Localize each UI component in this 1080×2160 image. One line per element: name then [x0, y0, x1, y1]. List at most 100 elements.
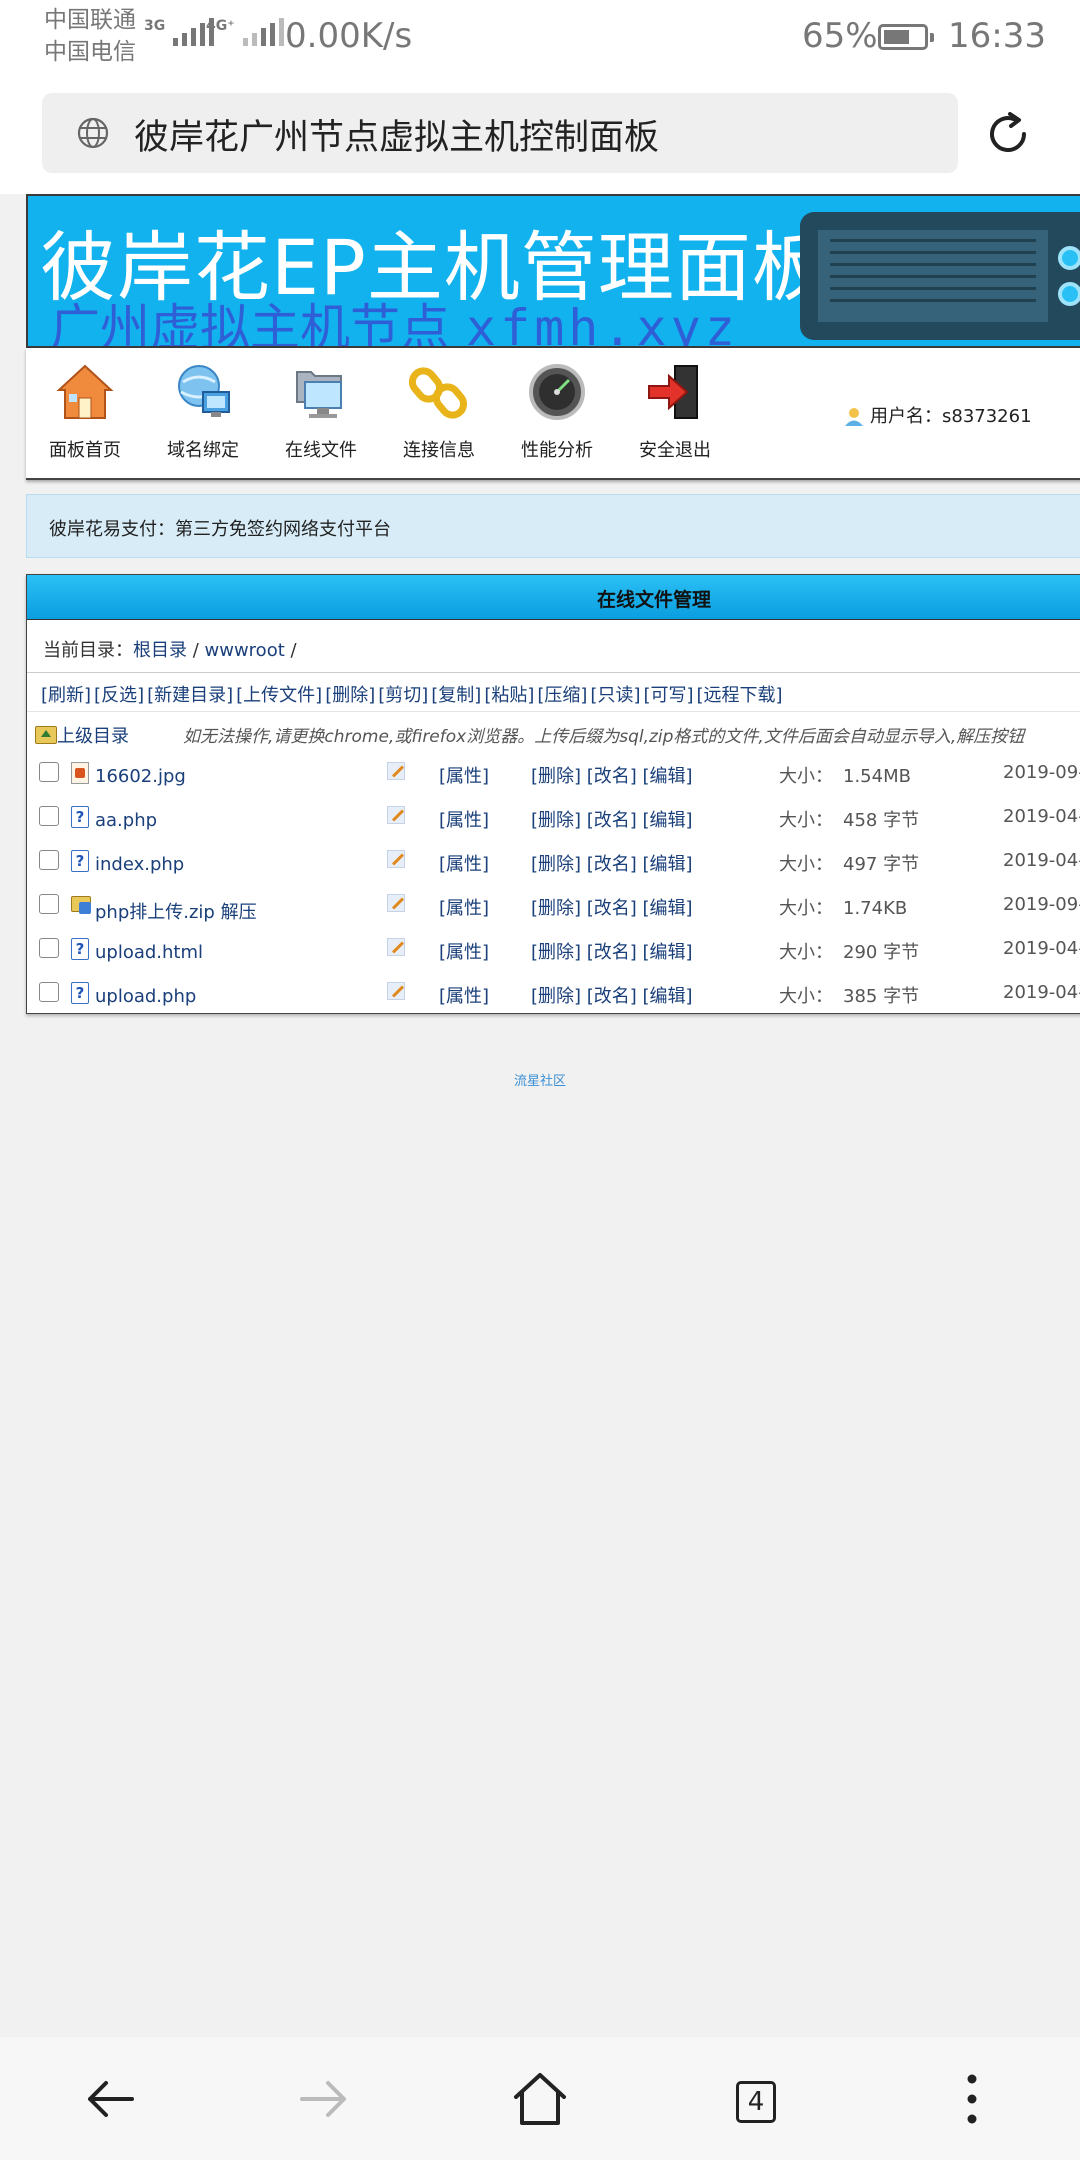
image-file-icon [71, 762, 89, 784]
status-bar: 中国联通 中国电信 3G 4G⁺ 0.00K/s 65% 16:33 [0, 0, 1080, 76]
file-name-link[interactable]: aa.php [95, 810, 157, 831]
edit-pencil-icon[interactable] [387, 762, 405, 780]
file-name-link[interactable]: upload.html [95, 942, 203, 963]
tool-panel-home[interactable]: 面板首页 [26, 362, 144, 462]
attributes-link[interactable]: [属性] [439, 762, 489, 788]
file-checkbox[interactable] [39, 850, 59, 870]
file-ops-links[interactable]: [删除] [改名] [编辑] [531, 938, 693, 964]
path-wwwroot-link[interactable]: wwwroot [205, 640, 285, 661]
username: 用户名：s8373261 [870, 406, 1032, 427]
action-link[interactable]: [新建目录] [147, 685, 233, 706]
action-link[interactable]: [删除] [325, 685, 375, 706]
banner-subtitle: 广州虚拟主机节点 xfmh.xyz [50, 288, 739, 348]
action-link[interactable]: [远程下载] [697, 685, 783, 706]
action-link[interactable]: [可写] [643, 685, 693, 706]
action-link[interactable]: [压缩] [537, 685, 587, 706]
action-link[interactable]: [刷新] [41, 685, 91, 706]
action-link[interactable]: [复制] [431, 685, 481, 706]
tool-performance[interactable]: 性能分析 [498, 362, 616, 462]
reload-icon[interactable] [984, 110, 1032, 158]
back-arrow-icon[interactable] [80, 2069, 140, 2129]
breadcrumb: 当前目录：根目录 / wwwroot / [27, 620, 1080, 673]
globe-computer-icon [178, 365, 230, 417]
browser-toolbar: 彼岸花广州节点虚拟主机控制面板 [0, 76, 1080, 194]
unknown-file-icon: ? [71, 850, 89, 872]
parent-dir-link[interactable]: 上级目录 [35, 722, 129, 748]
file-checkbox[interactable] [39, 982, 59, 1002]
file-name-link[interactable]: upload.php [95, 986, 196, 1007]
signal-4g-icon: 4G⁺ [206, 18, 284, 46]
file-ops-links[interactable]: [删除] [改名] [编辑] [531, 894, 693, 920]
action-link[interactable]: [粘贴] [484, 685, 534, 706]
edit-pencil-icon[interactable] [387, 806, 405, 824]
home-icon [56, 364, 114, 419]
edit-pencil-icon[interactable] [387, 894, 405, 912]
folder-up-icon [35, 726, 57, 744]
file-ops-links[interactable]: [删除] [改名] [编辑] [531, 850, 693, 876]
edit-pencil-icon[interactable] [387, 938, 405, 956]
file-row: ? index.php [属性] [删除] [改名] [编辑] 大小： 497 字节 201… [27, 840, 1080, 884]
file-date: 2019-09-2 [1003, 762, 1080, 783]
file-name-link[interactable]: php排上传.zip 解压 [95, 898, 257, 924]
file-name-link[interactable]: index.php [95, 854, 184, 875]
gauge-icon [529, 364, 585, 420]
file-size: 大小： 290 字节 [779, 942, 920, 963]
action-link[interactable]: [剪切] [378, 685, 428, 706]
file-checkbox[interactable] [39, 894, 59, 914]
file-size: 大小： 497 字节 [779, 854, 920, 875]
notice-text: 彼岸花易支付：第三方免签约网络支付平台 [49, 519, 391, 540]
file-row: 16602.jpg [属性] [删除] [改名] [编辑] 大小： 1.54MB 2019… [27, 752, 1080, 796]
folder-computer-icon [296, 371, 342, 418]
user-info: 用户名：s8373261 [844, 402, 1032, 428]
address-bar[interactable]: 彼岸花广州节点虚拟主机控制面板 [42, 93, 958, 173]
tool-domain-binding[interactable]: 域名绑定 [144, 362, 262, 462]
attributes-link[interactable]: [属性] [439, 982, 489, 1008]
exit-icon [648, 365, 698, 419]
tool-online-files[interactable]: 在线文件 [262, 362, 380, 462]
clock: 16:33 [948, 16, 1046, 56]
banner-domain: xfmh.xyz [466, 299, 739, 348]
home-nav-icon[interactable] [510, 2069, 570, 2129]
file-checkbox[interactable] [39, 762, 59, 782]
action-link[interactable]: [只读] [590, 685, 640, 706]
battery-percent: 65% [802, 16, 878, 56]
file-ops-links[interactable]: [删除] [改名] [编辑] [531, 982, 693, 1008]
carrier-2: 中国电信 [44, 39, 136, 65]
tool-connection-info[interactable]: 连接信息 [380, 362, 498, 462]
file-date: 2019-04-2 [1003, 850, 1080, 871]
attributes-link[interactable]: [属性] [439, 806, 489, 832]
battery-icon [878, 24, 934, 50]
edit-pencil-icon[interactable] [387, 982, 405, 1000]
signal-3g-icon: 3G [144, 18, 215, 46]
file-ops-links[interactable]: [删除] [改名] [编辑] [531, 762, 693, 788]
path-root-link[interactable]: 根目录 [133, 640, 187, 661]
globe-icon [77, 117, 109, 149]
attributes-link[interactable]: [属性] [439, 894, 489, 920]
file-date: 2019-04-2 [1003, 982, 1080, 1003]
file-name-link[interactable]: 16602.jpg [95, 766, 186, 787]
more-menu-icon[interactable] [942, 2069, 1002, 2129]
action-link[interactable]: [上传文件] [236, 685, 322, 706]
network-speed: 0.00K/s [285, 16, 413, 56]
file-checkbox[interactable] [39, 938, 59, 958]
file-row: ? aa.php [属性] [删除] [改名] [编辑] 大小： 458 字节 2019-0… [27, 796, 1080, 840]
archive-file-icon [71, 894, 91, 916]
web-page: 彼岸花EP主机管理面板 广州虚拟主机节点 xfmh.xyz 面板首页 域名绑定 … [0, 194, 1080, 2037]
forward-arrow-icon[interactable] [294, 2069, 354, 2129]
tabs-count-button[interactable]: 4 [736, 2081, 776, 2123]
file-size: 大小： 458 字节 [779, 810, 920, 831]
action-link[interactable]: [反选] [94, 685, 144, 706]
banner-subtitle-text: 广州虚拟主机节点 [50, 299, 450, 348]
notice-banner[interactable]: 彼岸花易支付：第三方免签约网络支付平台 [26, 494, 1080, 558]
browser-hint: 如无法操作,请更换chrome,或firefox浏览器。上传后缀为sql,zip… [183, 727, 1025, 747]
attributes-link[interactable]: [属性] [439, 938, 489, 964]
edit-pencil-icon[interactable] [387, 850, 405, 868]
footer-link[interactable]: 流星社区 [0, 1070, 1080, 1089]
tool-logout[interactable]: 安全退出 [616, 362, 734, 462]
file-date: 2019-04-2 [1003, 806, 1080, 827]
file-ops-links[interactable]: [删除] [改名] [编辑] [531, 806, 693, 832]
file-list: 16602.jpg [属性] [删除] [改名] [编辑] 大小： 1.54MB 2019… [27, 752, 1080, 1016]
attributes-link[interactable]: [属性] [439, 850, 489, 876]
file-manager: 在线文件管理 当前目录：根目录 / wwwroot / [刷新] [反选] [新建目… [26, 574, 1080, 1014]
file-checkbox[interactable] [39, 806, 59, 826]
